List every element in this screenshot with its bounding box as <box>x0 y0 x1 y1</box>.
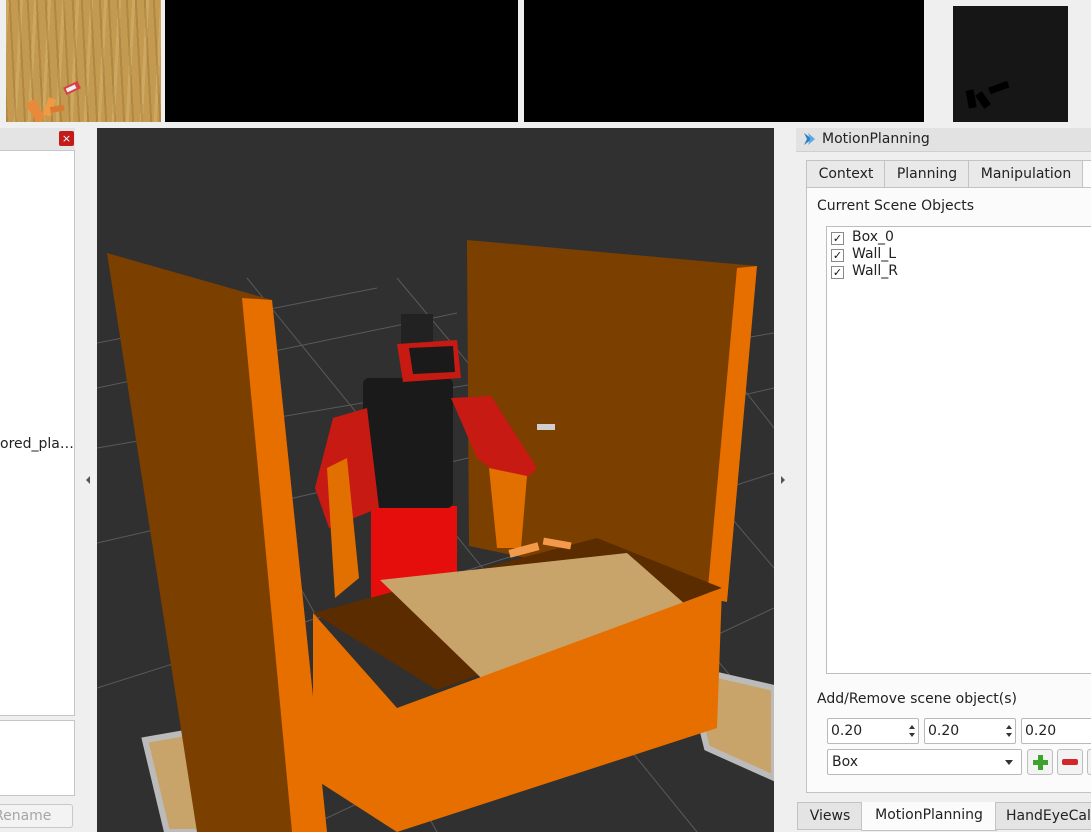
spin-up-icon[interactable] <box>909 725 915 729</box>
shape-select-value: Box <box>832 754 859 770</box>
remove-object-button[interactable] <box>1057 749 1083 775</box>
add-object-button[interactable] <box>1027 749 1053 775</box>
motion-planning-titlebar: MotionPlanning <box>796 128 1091 152</box>
add-remove-label: Add/Remove scene object(s) <box>817 691 1017 707</box>
list-item[interactable]: ✓ Wall_L <box>831 246 896 263</box>
dimension-x-value: 0.20 <box>831 723 863 739</box>
scene-object-name: Wall_R <box>852 263 899 279</box>
displays-panel-titlebar: × <box>0 128 75 151</box>
list-item[interactable]: ✓ Box_0 <box>831 229 894 246</box>
dimension-x-spinbox[interactable]: 0.20 <box>827 718 919 744</box>
scene-objects-tab-content: Current Scene Objects ✓ Box_0 ✓ Wall_L ✓ Wa… <box>806 187 1091 793</box>
more-button[interactable] <box>1087 749 1091 775</box>
current-scene-objects-label: Current Scene Objects <box>817 198 975 214</box>
chevron-down-icon <box>1005 760 1013 765</box>
dimension-y-value: 0.20 <box>928 723 960 739</box>
camera-view-table-top <box>6 0 161 122</box>
shape-select[interactable]: Box <box>827 749 1022 775</box>
table-top-camera-image <box>25 80 81 122</box>
display-item-label[interactable]: ored_pla… <box>0 436 74 452</box>
rename-button[interactable]: Rename <box>0 804 73 828</box>
tab-manipulation[interactable]: Manipulation <box>968 160 1084 187</box>
3d-viewport[interactable] <box>97 128 774 832</box>
close-icon[interactable]: × <box>59 131 74 146</box>
tab-motion-planning[interactable]: MotionPlanning <box>861 802 997 831</box>
plus-icon <box>1033 755 1048 770</box>
tab-planning[interactable]: Planning <box>884 160 970 187</box>
tab-scene-objects[interactable] <box>1082 160 1091 187</box>
camera-view-black-2 <box>524 0 924 122</box>
tab-context[interactable]: Context <box>806 160 886 187</box>
checkbox[interactable]: ✓ <box>831 232 844 245</box>
object-floating <box>537 424 555 430</box>
spin-up-icon[interactable] <box>1006 725 1012 729</box>
spin-down-icon[interactable] <box>909 733 915 737</box>
dimension-y-spinbox[interactable]: 0.20 <box>924 718 1016 744</box>
collapse-right-arrow-icon[interactable] <box>781 476 785 484</box>
motion-planning-icon <box>804 133 815 145</box>
minus-icon <box>1062 759 1078 765</box>
scene-render <box>97 240 774 832</box>
scene-object-name: Box_0 <box>852 229 894 245</box>
dimension-z-value: 0.20 <box>1025 723 1057 739</box>
tab-hand-eye-calibration[interactable]: HandEyeCali <box>995 802 1091 830</box>
motion-planning-panel: MotionPlanning Context Planning Manipula… <box>796 128 1091 832</box>
scene-objects-list[interactable]: ✓ Box_0 ✓ Wall_L ✓ Wall_R <box>826 226 1091 674</box>
tab-views[interactable]: Views <box>797 802 863 830</box>
displays-panel: × ored_pla… Rename <box>0 124 80 832</box>
display-properties-box <box>0 720 75 796</box>
spin-down-icon[interactable] <box>1006 733 1012 737</box>
camera-view-black-1 <box>165 0 518 122</box>
motion-planning-title: MotionPlanning <box>822 131 930 147</box>
list-item[interactable]: ✓ Wall_R <box>831 263 898 280</box>
displays-tree[interactable] <box>0 128 75 716</box>
checkbox[interactable]: ✓ <box>831 266 844 279</box>
camera-image-strip <box>0 0 1091 124</box>
robot-display-screen <box>409 346 455 374</box>
camera-view-depth <box>953 6 1068 122</box>
collapse-left-arrow-icon[interactable] <box>86 476 90 484</box>
dimension-z-spinbox[interactable]: 0.20 <box>1021 718 1091 744</box>
checkbox[interactable]: ✓ <box>831 249 844 262</box>
depth-camera-image <box>965 80 1010 109</box>
scene-object-name: Wall_L <box>852 246 897 262</box>
